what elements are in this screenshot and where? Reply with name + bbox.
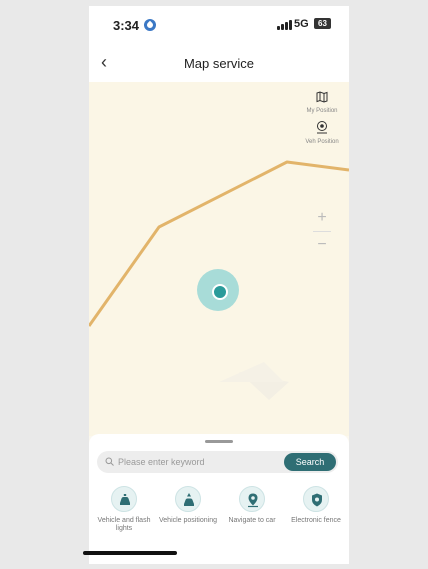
action-label: Navigate to car [228, 517, 276, 524]
map-icon [316, 91, 328, 103]
map-side-tools: My Position Veh Position [304, 90, 340, 152]
vehicle-flash-lights-button[interactable]: Vehicle and flash lights [93, 486, 155, 533]
vehicle-locate-icon [317, 121, 327, 134]
search-icon [105, 457, 114, 466]
action-label: Vehicle and flash lights [97, 517, 151, 532]
status-time: 3:34 [113, 18, 140, 33]
current-location-marker [197, 269, 239, 311]
electronic-fence-button[interactable]: Electronic fence [285, 486, 347, 525]
zoom-divider [313, 231, 331, 232]
search-bar: Search [97, 451, 338, 473]
car-locate-icon [175, 486, 201, 512]
zoom-out-button[interactable]: − [309, 231, 335, 258]
shield-icon [303, 486, 329, 512]
my-position-button[interactable]: My Position [304, 90, 340, 115]
action-label: Electronic fence [291, 517, 341, 524]
status-bar: 3:34 5G 63 [89, 6, 349, 44]
sheet-drag-handle[interactable] [205, 440, 233, 443]
signal-icon [277, 20, 293, 30]
vehicle-position-button[interactable]: Veh Position [304, 121, 340, 146]
phone-screen: 3:34 5G 63 ‹ Map service My Position Veh… [89, 6, 349, 564]
search-input[interactable] [118, 451, 268, 473]
vehicle-position-label: Veh Position [305, 139, 339, 145]
my-position-label: My Position [306, 108, 338, 114]
page-title: Map service [183, 56, 255, 71]
zoom-in-button[interactable]: + [309, 204, 335, 231]
navigate-to-car-button[interactable]: Navigate to car [221, 486, 283, 525]
location-arrow-icon [144, 19, 156, 31]
terrain-shape [219, 362, 284, 382]
battery-icon: 63 [314, 18, 331, 29]
navigate-icon [239, 486, 265, 512]
vehicle-positioning-button[interactable]: Vehicle positioning [157, 486, 219, 525]
action-label: Vehicle positioning [159, 517, 217, 524]
action-row: Vehicle and flash lights Vehicle positio… [89, 486, 349, 546]
car-icon [111, 486, 137, 512]
network-type: 5G [294, 18, 309, 30]
zoom-control: + − [309, 204, 335, 258]
map-view[interactable]: My Position Veh Position + − [89, 82, 349, 436]
search-button[interactable]: Search [284, 453, 336, 471]
bottom-sheet: Search Vehicle and flash lights Vehicle … [89, 434, 349, 564]
home-indicator[interactable] [83, 551, 177, 555]
nav-bar: ‹ Map service [89, 44, 349, 82]
